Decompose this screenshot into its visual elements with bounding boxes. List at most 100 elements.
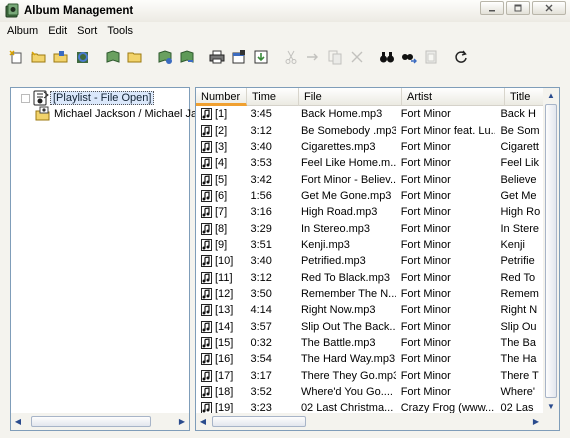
scroll-track[interactable]: [25, 414, 175, 429]
table-row[interactable]: [18] 3:52 Where'd You Go.... Fort Minor Wher…: [196, 384, 544, 400]
cell-file: Be Somebody .mp3: [300, 124, 396, 137]
cell-artist: Fort Minor: [400, 157, 451, 170]
menu-sort[interactable]: Sort: [72, 25, 102, 37]
cell-time: 3:40: [250, 140, 272, 153]
table-row[interactable]: [1] 3:45 Back Home.mp3 Fort Minor Back H: [196, 106, 544, 122]
find-replace-icon[interactable]: [400, 48, 418, 66]
print-icon[interactable]: [208, 48, 226, 66]
column-header-time[interactable]: Time: [247, 88, 299, 106]
binoculars-icon[interactable]: [378, 48, 396, 66]
music-note-icon: [201, 304, 212, 317]
table-row[interactable]: [8] 3:29 In Stereo.mp3 Fort Minor In Stere: [196, 220, 544, 236]
delete-icon[interactable]: [348, 48, 366, 66]
table-row[interactable]: [13] 4:14 Right Now.mp3 Fort Minor Right N: [196, 302, 544, 318]
cell-title: Remem: [500, 287, 539, 300]
tree-item-album[interactable]: Michael Jackson / Michael Ja: [11, 106, 199, 122]
cell-time: 3:12: [250, 124, 272, 137]
paste-icon[interactable]: [326, 48, 344, 66]
scroll-thumb[interactable]: [31, 416, 151, 427]
column-header-number[interactable]: Number: [196, 88, 247, 106]
menu-tools[interactable]: Tools: [102, 25, 138, 37]
refresh-album-icon[interactable]: [74, 48, 92, 66]
table-row[interactable]: [6] 1:56 Get Me Gone.mp3 Fort Minor Get Me: [196, 188, 544, 204]
cell-time: 3:42: [250, 173, 272, 186]
save-icon[interactable]: [52, 48, 70, 66]
scroll-right-arrow-icon[interactable]: ▶: [529, 414, 543, 429]
music-note-icon: [201, 353, 212, 366]
column-header-file[interactable]: File: [299, 88, 402, 106]
table-row[interactable]: [11] 3:12 Red To Black.mp3 Fort Minor Red To: [196, 269, 544, 285]
copy-icon[interactable]: [304, 48, 322, 66]
minimize-icon[interactable]: [480, 1, 504, 15]
loop-icon[interactable]: [452, 48, 470, 66]
open-folder-icon[interactable]: [30, 48, 48, 66]
cell-number-text: [13]: [215, 304, 234, 317]
scroll-thumb[interactable]: [212, 416, 306, 427]
cell-file: Cigarettes.mp3: [300, 140, 376, 153]
cell-number: [5]: [196, 173, 245, 186]
tree-item-playlist[interactable]: [Playlist - File Open]: [11, 90, 155, 106]
table-row[interactable]: [5] 3:42 Fort Minor - Believ... Fort Minor B…: [196, 171, 544, 187]
cell-number: [3]: [196, 140, 245, 153]
book-green-icon[interactable]: [104, 48, 122, 66]
cell-number-text: [11]: [215, 271, 233, 284]
scroll-up-arrow-icon[interactable]: ▲: [544, 88, 558, 102]
cell-number-text: [18]: [215, 386, 234, 399]
tree-expander[interactable]: [21, 93, 30, 103]
cell-time: 3:50: [250, 287, 272, 300]
music-note-icon: [201, 336, 212, 349]
table-row[interactable]: [3] 3:40 Cigarettes.mp3 Fort Minor Cigarett: [196, 139, 544, 155]
table-row[interactable]: [16] 3:54 The Hard Way.mp3 Fort Minor The Ha: [196, 351, 544, 367]
cell-title: Where': [500, 386, 535, 399]
menu-album[interactable]: Album: [2, 25, 43, 37]
cell-title: The Ha: [500, 353, 537, 366]
cell-artist: Fort Minor: [400, 255, 451, 268]
table-row[interactable]: [2] 3:12 Be Somebody .mp3 Fort Minor feat. …: [196, 122, 544, 138]
export-icon[interactable]: [252, 48, 270, 66]
scroll-track[interactable]: [210, 414, 529, 429]
title-bar[interactable]: Album Management: [0, 0, 570, 22]
menu-bar: Album Edit Sort Tools: [0, 22, 570, 39]
table-row[interactable]: [4] 3:53 Feel Like Home.m... Fort Minor Feel…: [196, 155, 544, 171]
cell-file: Remember The N...: [300, 287, 396, 300]
scroll-right-arrow-icon[interactable]: ▶: [175, 414, 189, 429]
tree-horizontal-scrollbar[interactable]: ◀ ▶: [11, 413, 189, 430]
table-row[interactable]: [9] 3:51 Kenji.mp3 Fort Minor Kenji: [196, 237, 544, 253]
window-title: Album Management: [24, 5, 134, 17]
properties-icon[interactable]: [230, 48, 248, 66]
scroll-thumb[interactable]: [545, 104, 557, 398]
cell-number-text: [14]: [215, 320, 234, 333]
list-horizontal-scrollbar[interactable]: ◀ ▶: [196, 413, 543, 430]
list-vertical-scrollbar[interactable]: ▲ ▼: [543, 88, 559, 413]
scroll-left-arrow-icon[interactable]: ◀: [196, 414, 210, 429]
clipboard-icon[interactable]: [422, 48, 440, 66]
scroll-left-arrow-icon[interactable]: ◀: [11, 414, 25, 429]
music-note-icon: [201, 238, 212, 251]
new-album-icon[interactable]: [8, 48, 26, 66]
book-add-icon[interactable]: [156, 48, 174, 66]
music-note-icon: [201, 173, 212, 186]
cell-artist: Fort Minor: [400, 353, 451, 366]
close-icon[interactable]: [532, 1, 566, 15]
maximize-icon[interactable]: [506, 1, 530, 15]
cut-icon[interactable]: [282, 48, 300, 66]
table-row[interactable]: [12] 3:50 Remember The N... Fort Minor Remem: [196, 286, 544, 302]
column-header-artist[interactable]: Artist: [402, 88, 505, 106]
music-note-icon: [201, 271, 212, 284]
cell-number: [17]: [196, 369, 245, 382]
book-export-icon[interactable]: [178, 48, 196, 66]
table-row[interactable]: [7] 3:16 High Road.mp3 Fort Minor High Ro: [196, 204, 544, 220]
track-list[interactable]: Number Time File Artist Title [1] 3:45 Bac…: [195, 87, 560, 431]
cell-file: Slip Out The Back...: [300, 320, 396, 333]
list-header: Number Time File Artist Title: [196, 88, 559, 106]
scroll-down-arrow-icon[interactable]: ▼: [544, 399, 558, 413]
music-note-icon: [201, 386, 212, 399]
table-row[interactable]: [14] 3:57 Slip Out The Back... Fort Minor Sl…: [196, 318, 544, 334]
table-row[interactable]: [15] 0:32 The Battle.mp3 Fort Minor The Ba: [196, 335, 544, 351]
folder-icon[interactable]: [126, 48, 144, 66]
table-row[interactable]: [17] 3:17 There They Go.mp3 Fort Minor There…: [196, 368, 544, 384]
menu-edit[interactable]: Edit: [43, 25, 72, 37]
table-row[interactable]: [10] 3:40 Petrified.mp3 Fort Minor Petrifie: [196, 253, 544, 269]
cell-number-text: [4]: [215, 157, 228, 170]
album-tree[interactable]: [Playlist - File Open] Michael Jackson /…: [10, 87, 197, 431]
